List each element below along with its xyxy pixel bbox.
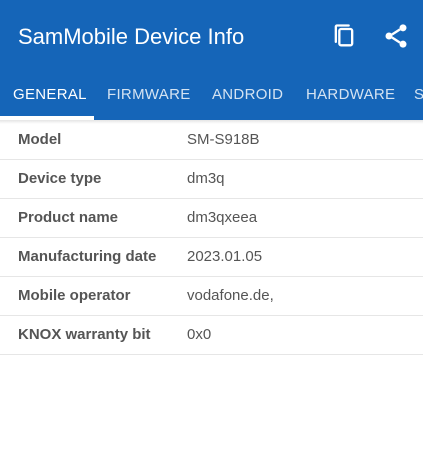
table-row: KNOX warranty bit 0x0 [0, 316, 423, 355]
row-value: vodafone.de, [187, 287, 274, 304]
table-row: Manufacturing date 2023.01.05 [0, 238, 423, 277]
row-label: Mobile operator [18, 287, 131, 304]
table-row: Device type dm3q [0, 160, 423, 199]
tab-s[interactable]: S [414, 72, 423, 120]
row-label: Product name [18, 209, 119, 226]
row-value: dm3q [187, 170, 225, 187]
row-label: Device type [18, 170, 102, 187]
table-row: Product name dm3qxeea [0, 199, 423, 238]
app-title: SamMobile Device Info [18, 24, 245, 49]
tab-general[interactable]: GENERAL [13, 72, 87, 120]
tab-bar: GENERAL FIRMWARE ANDROID HARDWARE S [0, 72, 423, 120]
row-value: 0x0 [187, 326, 212, 343]
table-row: Model SM-S918B [0, 121, 423, 160]
row-value: 2023.01.05 [187, 248, 263, 265]
tab-android[interactable]: ANDROID [212, 72, 283, 120]
copy-icon[interactable] [330, 22, 358, 50]
app-window: SamMobile Device Info GENERAL FIRMWARE A… [0, 0, 423, 450]
row-label: KNOX warranty bit [18, 326, 151, 343]
row-value: dm3qxeea [187, 209, 258, 226]
table-row: Mobile operator vodafone.de, [0, 277, 423, 316]
row-label: Manufacturing date [18, 248, 157, 265]
tab-firmware[interactable]: FIRMWARE [107, 72, 191, 120]
row-value: SM-S918B [187, 131, 260, 148]
info-list: Model SM-S918B Device type dm3q Product … [0, 121, 423, 355]
share-icon[interactable] [382, 22, 410, 50]
tab-hardware[interactable]: HARDWARE [306, 72, 395, 120]
row-label: Model [18, 131, 62, 148]
app-bar: SamMobile Device Info GENERAL FIRMWARE A… [0, 0, 423, 120]
